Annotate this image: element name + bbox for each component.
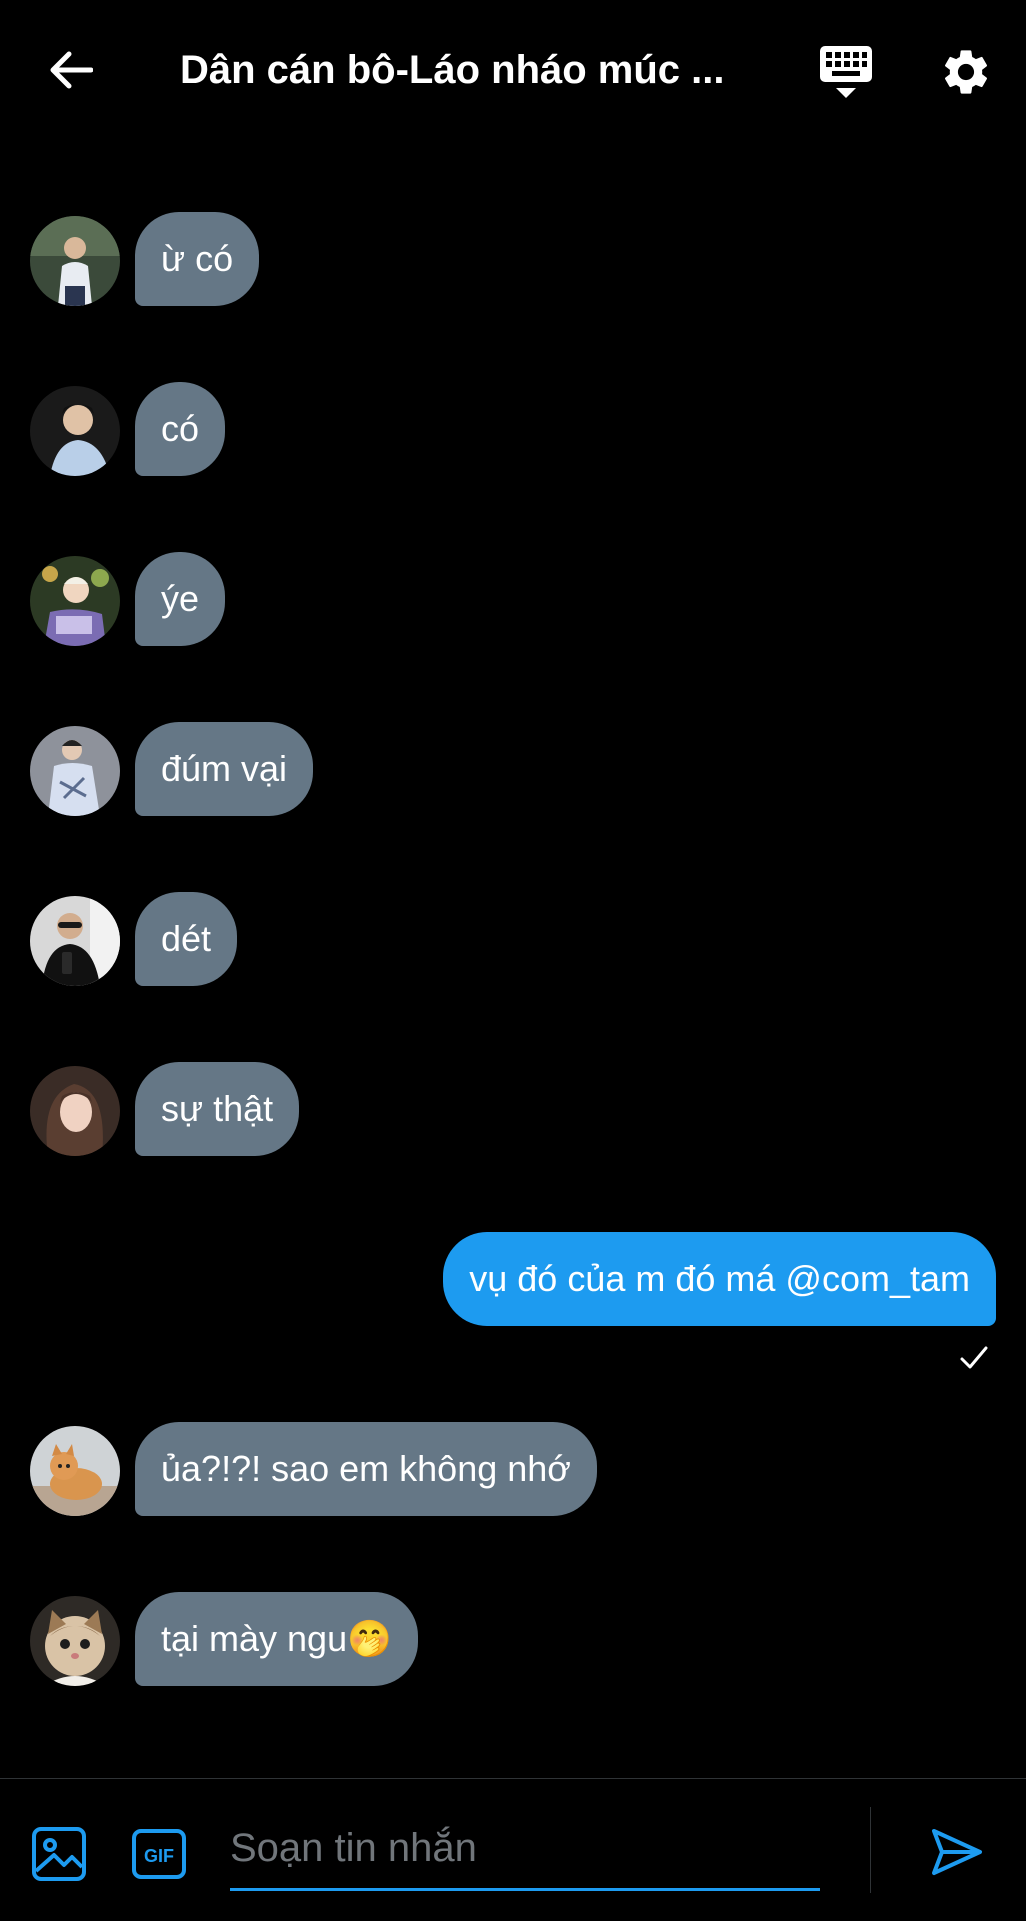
checkmark-icon bbox=[960, 1346, 988, 1369]
message-input[interactable] bbox=[230, 1809, 820, 1891]
conversation-title[interactable]: Dân cán bô-Láo nháo múc ... bbox=[180, 44, 740, 96]
message-row: ủa?!?! sao em không nhớ bbox=[0, 1422, 1026, 1518]
incoming-message-bubble[interactable]: dét bbox=[135, 892, 238, 986]
arrow-left-icon bbox=[50, 51, 93, 89]
avatar[interactable] bbox=[30, 1066, 120, 1156]
add-gif-button[interactable]: GIF bbox=[130, 1825, 188, 1883]
message-row: có bbox=[0, 382, 1026, 478]
incoming-message-bubble[interactable]: có bbox=[135, 382, 226, 476]
settings-button[interactable] bbox=[934, 40, 998, 104]
send-icon bbox=[932, 1829, 982, 1875]
message-row: vụ đó của m đó má @com_tam bbox=[0, 1232, 1026, 1328]
outgoing-message-bubble[interactable]: vụ đó của m đó má @com_tam bbox=[443, 1232, 996, 1326]
message-row: sự thật bbox=[0, 1062, 1026, 1158]
send-button[interactable] bbox=[928, 1823, 986, 1881]
incoming-message-bubble[interactable]: tại mày ngu🤭 bbox=[135, 1592, 418, 1686]
message-row: ừ có bbox=[0, 212, 1026, 308]
avatar[interactable] bbox=[30, 1596, 120, 1686]
gif-icon: GIF bbox=[132, 1829, 186, 1879]
message-composer: GIF bbox=[0, 1778, 1026, 1921]
add-image-button[interactable] bbox=[30, 1825, 88, 1883]
divider bbox=[870, 1807, 871, 1893]
incoming-message-bubble[interactable]: ủa?!?! sao em không nhớ bbox=[135, 1422, 597, 1516]
avatar[interactable] bbox=[30, 1426, 120, 1516]
message-row: tại mày ngu🤭 bbox=[0, 1592, 1026, 1688]
incoming-message-bubble[interactable]: ýe bbox=[135, 552, 226, 646]
message-row: đúm vại bbox=[0, 722, 1026, 818]
avatar[interactable] bbox=[30, 726, 120, 816]
avatar[interactable] bbox=[30, 896, 120, 986]
avatar[interactable] bbox=[30, 216, 120, 306]
message-row: ýe bbox=[0, 552, 1026, 648]
incoming-message-bubble[interactable]: sự thật bbox=[135, 1062, 300, 1156]
keyboard-icon bbox=[820, 46, 872, 98]
keyboard-button[interactable] bbox=[814, 40, 878, 104]
chat-header: Dân cán bô-Láo nháo múc ... bbox=[0, 0, 1026, 140]
image-icon bbox=[32, 1827, 86, 1881]
gif-label: GIF bbox=[144, 1846, 174, 1866]
gear-icon bbox=[944, 50, 988, 94]
incoming-message-bubble[interactable]: ừ có bbox=[135, 212, 260, 306]
message-row: dét bbox=[0, 892, 1026, 988]
avatar[interactable] bbox=[30, 556, 120, 646]
back-button[interactable] bbox=[40, 40, 100, 100]
avatar[interactable] bbox=[30, 386, 120, 476]
incoming-message-bubble[interactable]: đúm vại bbox=[135, 722, 314, 816]
